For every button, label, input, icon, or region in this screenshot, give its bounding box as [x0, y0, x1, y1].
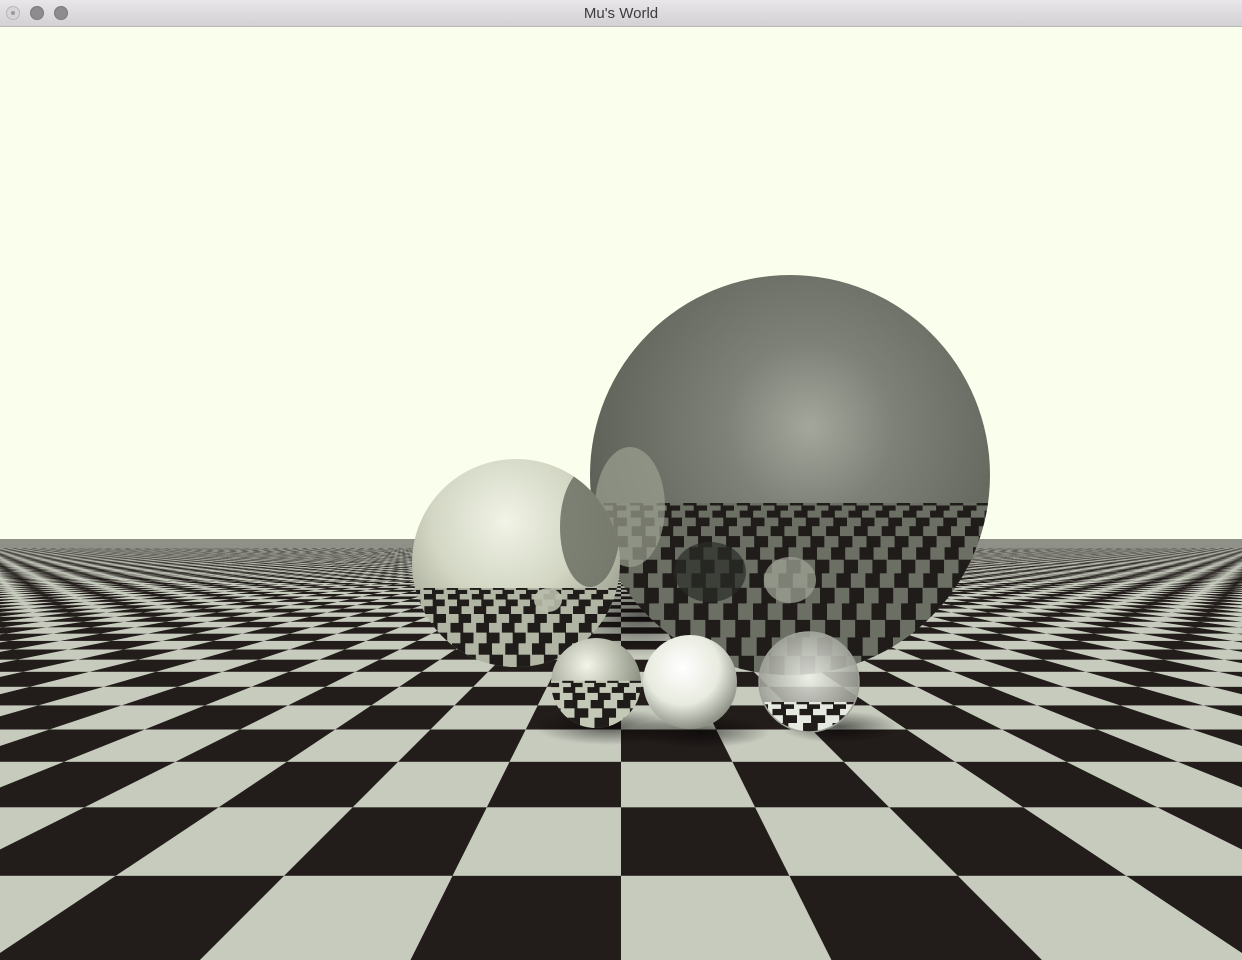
window-title: Mu's World: [0, 0, 1242, 27]
render-canvas: [0, 27, 1242, 960]
render-image: [0, 27, 1242, 960]
title-bar[interactable]: Mu's World: [0, 0, 1242, 27]
app-window: Mu's World: [0, 0, 1242, 960]
white-sphere: [643, 635, 737, 729]
